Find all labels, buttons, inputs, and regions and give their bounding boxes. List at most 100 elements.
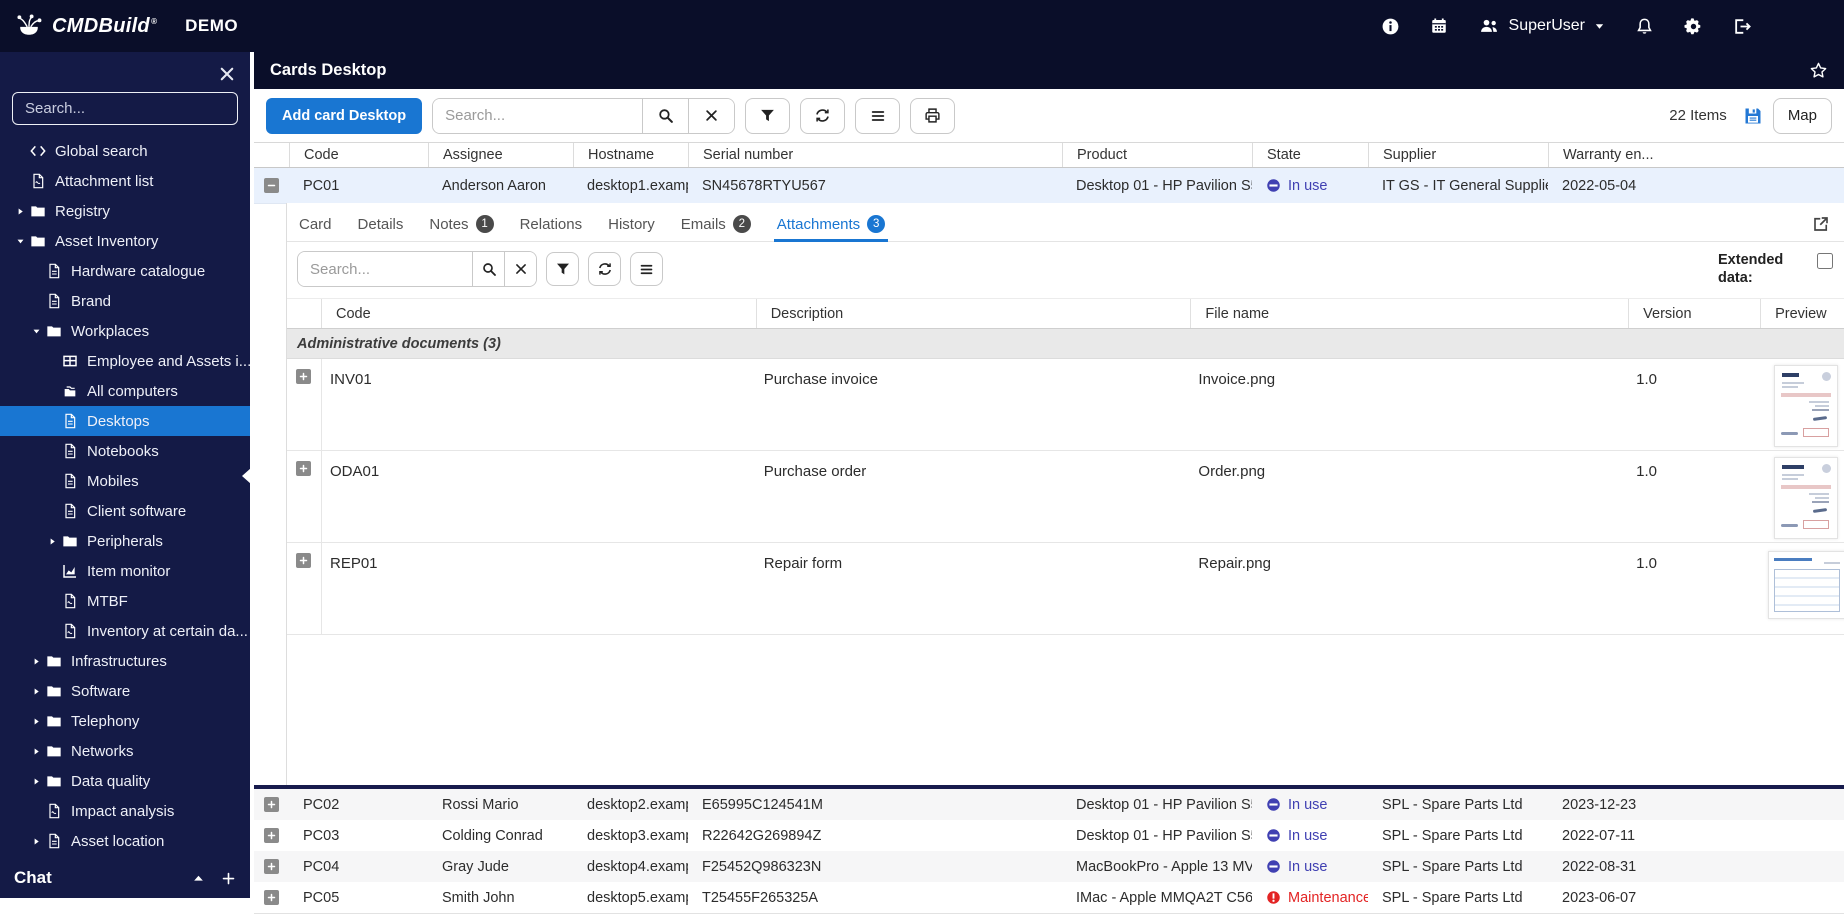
- calendar-icon[interactable]: [1430, 17, 1448, 35]
- sidebar-item-asset-inventory[interactable]: Asset Inventory: [0, 226, 250, 256]
- expand-row-button[interactable]: [264, 828, 279, 843]
- sidebar-collapse-handle[interactable]: [242, 468, 251, 484]
- tab-history[interactable]: History: [608, 207, 655, 241]
- info-circle-icon[interactable]: [1381, 17, 1400, 36]
- column-header-code[interactable]: Code: [289, 143, 428, 167]
- sidebar-item-networks[interactable]: Networks: [0, 736, 250, 766]
- menu-button[interactable]: [855, 97, 901, 134]
- sidebar-item-attachment-list[interactable]: Attachment list: [0, 166, 250, 196]
- caret-right-icon[interactable]: [28, 686, 44, 696]
- attachment-column-header-code[interactable]: Code: [320, 299, 756, 328]
- caret-down-icon[interactable]: [12, 236, 28, 246]
- expand-row-button[interactable]: [264, 797, 279, 812]
- search-button[interactable]: [642, 98, 689, 133]
- attachments-search-button[interactable]: [472, 252, 504, 286]
- sidebar-item-client-software[interactable]: Client software: [0, 496, 250, 526]
- favorite-star-icon[interactable]: [1809, 61, 1828, 80]
- caret-right-icon[interactable]: [28, 836, 44, 846]
- tab-attachments[interactable]: Attachments 3: [773, 207, 889, 242]
- print-button[interactable]: [910, 97, 956, 134]
- tab-notes[interactable]: Notes 1: [429, 207, 494, 241]
- card-row-pc05[interactable]: PC05Smith Johndesktop5.exampleT25455F265…: [254, 882, 1844, 914]
- sidebar-search-input[interactable]: [12, 92, 238, 125]
- attachment-preview-thumbnail[interactable]: [1774, 365, 1839, 447]
- sidebar-item-workplaces[interactable]: Workplaces: [0, 316, 250, 346]
- expand-row-button[interactable]: [264, 859, 279, 874]
- caret-right-icon[interactable]: [12, 206, 28, 216]
- sidebar-item-infrastructures[interactable]: Infrastructures: [0, 646, 250, 676]
- filter-button[interactable]: [745, 97, 791, 134]
- column-header-supplier[interactable]: Supplier: [1368, 143, 1548, 167]
- sidebar-close-icon[interactable]: [218, 65, 236, 83]
- tab-details[interactable]: Details: [358, 207, 404, 241]
- attachment-column-header-preview[interactable]: Preview: [1760, 299, 1844, 328]
- user-menu[interactable]: SuperUser: [1478, 16, 1605, 36]
- add-card-button[interactable]: Add card Desktop: [266, 97, 423, 134]
- caret-right-icon[interactable]: [44, 536, 60, 546]
- caret-right-icon[interactable]: [28, 656, 44, 666]
- attachments-clear-button[interactable]: [504, 252, 536, 286]
- add-chat-icon[interactable]: [221, 871, 236, 886]
- sidebar-item-brand[interactable]: Brand: [0, 286, 250, 316]
- caret-right-icon[interactable]: [28, 776, 44, 786]
- save-view-icon[interactable]: [1743, 106, 1763, 126]
- extended-data-checkbox[interactable]: [1817, 253, 1833, 269]
- sign-out-icon[interactable]: [1733, 17, 1752, 36]
- tab-relations[interactable]: Relations: [520, 207, 583, 241]
- column-header-product[interactable]: Product: [1062, 143, 1252, 167]
- attachment-preview-thumbnail[interactable]: [1768, 551, 1844, 619]
- sidebar-item-mobiles[interactable]: Mobiles: [0, 466, 250, 496]
- attachments-filter-button[interactable]: [546, 252, 579, 286]
- sidebar-item-impact-analysis[interactable]: Impact analysis: [0, 796, 250, 826]
- sidebar-item-item-monitor[interactable]: Item monitor: [0, 556, 250, 586]
- sidebar-item-employee-and-assets-i[interactable]: Employee and Assets i...: [0, 346, 251, 376]
- grid-search-input[interactable]: [433, 98, 643, 133]
- attachment-row-rep01[interactable]: REP01 Repair form Repair.png 1.0: [287, 543, 1844, 635]
- column-header-assignee[interactable]: Assignee: [428, 143, 573, 167]
- sidebar-item-peripherals[interactable]: Peripherals: [0, 526, 250, 556]
- caret-down-icon[interactable]: [28, 326, 44, 336]
- attachments-refresh-button[interactable]: [588, 252, 621, 286]
- collapse-row-button[interactable]: [264, 178, 279, 193]
- map-button[interactable]: Map: [1772, 97, 1832, 134]
- sidebar-item-telephony[interactable]: Telephony: [0, 706, 250, 736]
- sidebar-item-desktops[interactable]: Desktops: [0, 406, 250, 436]
- expand-row-button[interactable]: [296, 553, 312, 568]
- collapse-up-icon[interactable]: [192, 872, 205, 885]
- chat-panel-header[interactable]: Chat: [0, 858, 250, 898]
- sidebar-item-data-quality[interactable]: Data quality: [0, 766, 250, 796]
- expand-row-button[interactable]: [296, 461, 312, 476]
- sidebar-item-registry[interactable]: Registry: [0, 196, 250, 226]
- column-header-serial-number[interactable]: Serial number: [688, 143, 1062, 167]
- card-row-pc04[interactable]: PC04 Gray Jude desktop4.example F25452Q9863…: [254, 851, 1844, 883]
- refresh-button[interactable]: [800, 97, 846, 134]
- attachment-column-header-description[interactable]: Description: [755, 299, 1191, 328]
- sidebar-item-mtbf[interactable]: MTBF: [0, 586, 250, 616]
- column-header-warranty-en[interactable]: Warranty en...: [1548, 143, 1844, 167]
- column-header-state[interactable]: State: [1252, 143, 1368, 167]
- attachments-search-input[interactable]: [298, 252, 472, 286]
- tab-emails[interactable]: Emails 2: [681, 207, 751, 241]
- card-row-pc03[interactable]: PC03 Colding Conrad desktop3.example R22642…: [254, 820, 1844, 852]
- sidebar-item-hardware-catalogue[interactable]: Hardware catalogue: [0, 256, 250, 286]
- sidebar-item-inventory-at-certain-da[interactable]: Inventory at certain da...: [0, 616, 250, 646]
- attachments-menu-button[interactable]: [630, 252, 663, 286]
- sidebar-item-asset-location[interactable]: Asset location: [0, 826, 250, 856]
- attachment-row-oda01[interactable]: ODA01 Purchase order Order.png 1.0: [287, 451, 1844, 543]
- attachment-row-inv01[interactable]: INV01 Purchase invoice Invoice.png 1.0: [287, 359, 1844, 451]
- column-header-hostname[interactable]: Hostname: [573, 143, 688, 167]
- sidebar-item-all-computers[interactable]: All computers: [0, 376, 250, 406]
- attachment-column-header-version[interactable]: Version: [1628, 299, 1760, 328]
- sidebar-item-software[interactable]: Software: [0, 676, 250, 706]
- bell-icon[interactable]: [1635, 17, 1654, 36]
- attachment-column-header-file-name[interactable]: File name: [1190, 299, 1628, 328]
- open-external-icon[interactable]: [1812, 215, 1830, 233]
- sidebar-item-global-search[interactable]: Global search: [0, 136, 250, 166]
- card-row-pc02[interactable]: PC02 Rossi Mario desktop2.example E65995C12…: [254, 789, 1844, 821]
- card-row-pc01[interactable]: PC01 Anderson Aaron desktop1.example SN4567…: [254, 168, 1844, 204]
- caret-right-icon[interactable]: [28, 716, 44, 726]
- attachment-preview-thumbnail[interactable]: [1774, 457, 1839, 539]
- tab-card[interactable]: Card: [299, 207, 332, 241]
- expand-row-button[interactable]: [296, 369, 312, 384]
- caret-right-icon[interactable]: [28, 746, 44, 756]
